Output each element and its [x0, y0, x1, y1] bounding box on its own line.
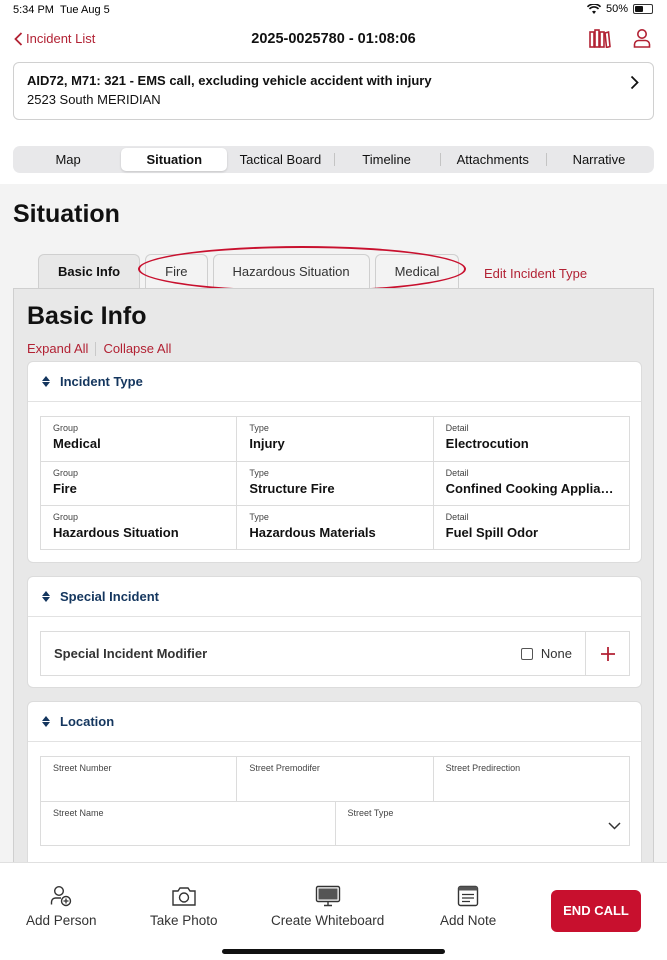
table-row[interactable]: Group Medical Type Injury Detail Electrocut…	[41, 417, 629, 461]
status-date: Tue Aug 5	[60, 4, 110, 16]
collapse-all-link[interactable]: Collapse All	[103, 341, 171, 356]
street-number-field[interactable]: Street Number	[41, 757, 236, 801]
segment-tactical-board[interactable]: Tactical Board	[227, 148, 333, 171]
status-bar: 5:34 PM Tue Aug 5 50%	[0, 0, 667, 22]
table-row[interactable]: Group Hazardous Situation Type Hazardous M…	[41, 505, 629, 549]
group-cell: Group Fire	[53, 468, 79, 496]
none-label: None	[540, 646, 572, 661]
wifi-icon	[586, 3, 601, 14]
add-note-label: Add Note	[440, 913, 497, 928]
create-whiteboard-label: Create Whiteboard	[271, 913, 385, 928]
type-cell: Type Hazardous Materials	[236, 506, 432, 549]
incident-summary-card[interactable]: AID72, M71: 321 - EMS call, excluding ve…	[13, 62, 654, 120]
chevron-right-icon	[630, 75, 639, 90]
basic-info-panel: Basic Info Expand All Collapse All Incid…	[13, 288, 654, 864]
location-section: Location Street Number Street Premodifer…	[27, 701, 642, 864]
link-divider	[95, 341, 97, 356]
type-cell: Type Structure Fire	[236, 462, 432, 505]
battery-percent: 50%	[605, 3, 628, 15]
segment-map[interactable]: Map	[15, 148, 121, 171]
segment-timeline[interactable]: Timeline	[333, 148, 440, 171]
top-navigation: Incident List 2025-0025780 - 01:08:06	[0, 22, 667, 58]
camera-icon	[172, 887, 196, 906]
plus-icon	[600, 646, 615, 661]
detail-cell: Detail Electrocution	[432, 417, 629, 461]
table-row: Street Number Street Premodifer Street P…	[41, 757, 629, 801]
table-row[interactable]: Group Fire Type Structure Fire Detail Confi…	[41, 461, 629, 505]
none-checkbox[interactable]	[520, 647, 533, 660]
take-photo-label: Take Photo	[150, 913, 218, 928]
tab-medical[interactable]: Medical	[374, 254, 460, 288]
status-right: 50%	[586, 3, 653, 15]
end-call-button[interactable]: END CALL	[551, 890, 641, 932]
segment-situation[interactable]: Situation	[121, 148, 228, 171]
street-premodifier-field[interactable]: Street Premodifer	[236, 757, 432, 801]
home-indicator	[222, 949, 445, 954]
status-time: 5:34 PM	[13, 4, 54, 16]
monitor-icon	[315, 885, 340, 907]
tab-fire[interactable]: Fire	[145, 254, 208, 288]
street-type-select[interactable]: Street Type	[334, 802, 630, 846]
special-incident-modifier-row: Special Incident Modifier None	[40, 631, 630, 676]
add-note-button[interactable]: Add Note	[440, 885, 496, 928]
edit-incident-type-link[interactable]: Edit Incident Type	[484, 266, 587, 281]
chevron-down-icon	[608, 822, 621, 830]
take-photo-button[interactable]: Take Photo	[150, 885, 218, 928]
note-icon	[457, 885, 479, 907]
tab-hazardous-situation[interactable]: Hazardous Situation	[212, 254, 370, 288]
expand-all-link[interactable]: Expand All	[27, 341, 88, 356]
type-cell: Type Injury	[236, 417, 432, 461]
tab-basic-info[interactable]: Basic Info	[38, 254, 141, 288]
battery-icon	[633, 4, 653, 14]
special-incident-section: Special Incident Special Incident Modifi…	[27, 576, 642, 688]
add-person-button[interactable]: Add Person	[26, 885, 97, 928]
collapse-toggle-icon	[42, 376, 50, 387]
incident-address: 2523 South MERIDIAN	[27, 92, 161, 107]
user-profile-icon[interactable]	[633, 28, 651, 48]
library-icon[interactable]	[589, 28, 611, 48]
special-incident-header[interactable]: Special Incident	[28, 577, 641, 617]
table-row: Street Name Street Type	[41, 801, 630, 846]
location-grid: Street Number Street Premodifer Street P…	[40, 756, 630, 846]
detail-cell: Detail Confined Cooking Applian...	[432, 462, 629, 505]
create-whiteboard-button[interactable]: Create Whiteboard	[271, 885, 384, 928]
page-title: Situation	[13, 200, 120, 228]
group-cell: Group Medical	[53, 423, 101, 451]
detail-cell: Detail Fuel Spill Odor	[432, 506, 629, 549]
location-header[interactable]: Location	[28, 702, 641, 742]
section-label: Location	[60, 714, 115, 729]
segment-attachments[interactable]: Attachments	[439, 148, 546, 171]
panel-title: Basic Info	[27, 302, 147, 330]
add-person-icon	[51, 885, 72, 907]
incident-type-section: Incident Type Group Medical Type Injury De…	[27, 361, 642, 563]
modifier-label: Special Incident Modifier	[54, 646, 208, 661]
street-predirection-field[interactable]: Street Predirection	[432, 757, 629, 801]
incident-number-title: 2025-0025780 - 01:08:06	[251, 31, 416, 47]
add-modifier-button[interactable]	[585, 631, 629, 676]
situation-tabs: Basic Info Fire Hazardous Situation Medi…	[38, 254, 460, 288]
add-person-label: Add Person	[26, 913, 97, 928]
bottom-action-bar: Add Person Take Photo Create Whiteboard …	[0, 862, 667, 960]
incident-summary: AID72, M71: 321 - EMS call, excluding ve…	[27, 73, 432, 88]
section-label: Special Incident	[60, 589, 159, 604]
street-name-field[interactable]: Street Name	[41, 802, 335, 846]
group-cell: Group Hazardous Situation	[53, 512, 179, 540]
top-icons	[589, 28, 651, 48]
incident-type-grid: Group Medical Type Injury Detail Electrocut…	[40, 416, 630, 550]
expand-collapse-links: Expand All Collapse All	[27, 341, 171, 356]
section-label: Incident Type	[60, 374, 143, 389]
incident-type-header[interactable]: Incident Type	[28, 362, 641, 402]
collapse-toggle-icon	[42, 716, 50, 727]
none-option: None	[520, 646, 585, 661]
segment-narrative[interactable]: Narrative	[545, 148, 652, 171]
section-segmented-control: Map Situation Tactical Board Timeline At…	[13, 146, 654, 173]
main-content[interactable]: Situation Basic Info Fire Hazardous Situ…	[0, 184, 667, 864]
collapse-toggle-icon	[42, 591, 50, 602]
